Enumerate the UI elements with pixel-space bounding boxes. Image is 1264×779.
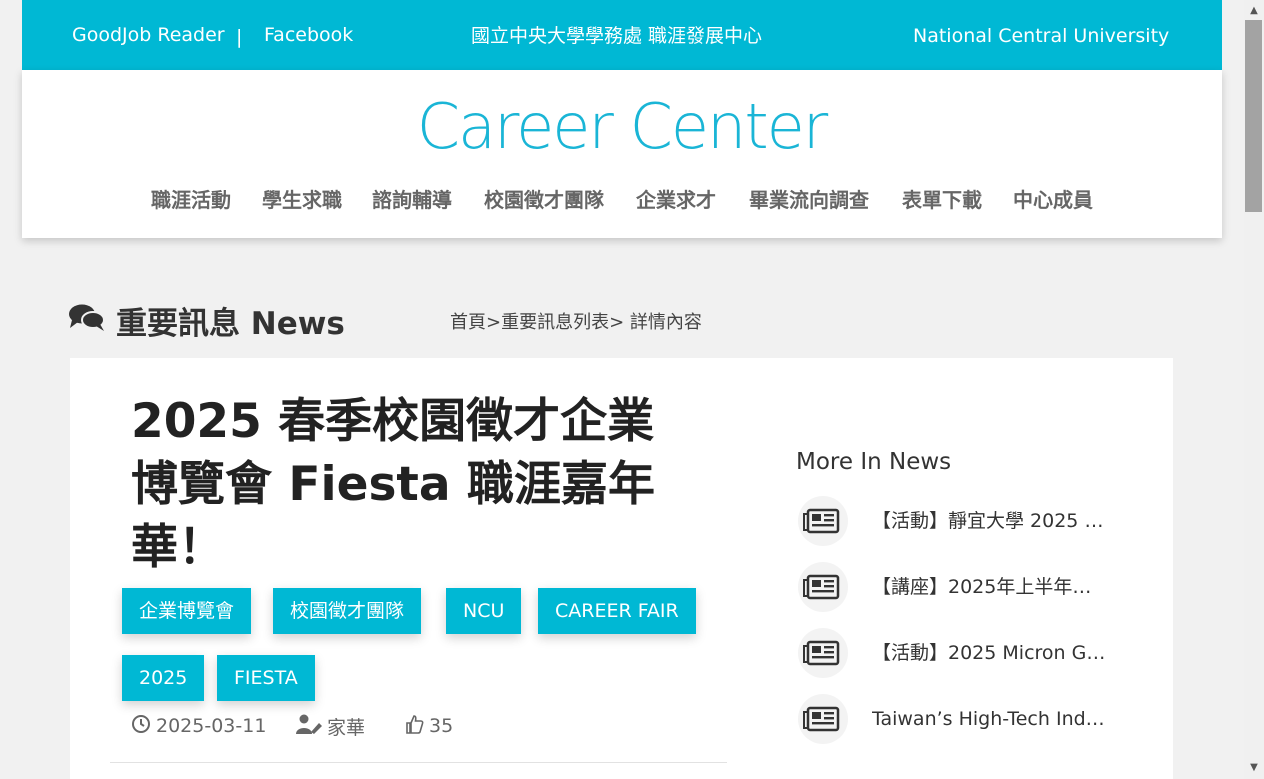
- news-page-title: 重要訊息 News: [116, 305, 345, 342]
- newspaper-icon: [798, 628, 848, 678]
- breadcrumb: 首頁>重要訊息列表> 詳情內容: [450, 308, 702, 338]
- news-section-header: 重要訊息 News: [68, 298, 345, 342]
- more-news-item-title: 【講座】2025年上半年度職涯講座: [872, 576, 1108, 598]
- post-author: 家華: [296, 714, 366, 739]
- nav-employer-recruit[interactable]: 企業求才: [622, 172, 730, 228]
- newspaper-icon: [798, 694, 848, 744]
- more-news-item[interactable]: 【活動】2025 Micron Global Career Fair: [794, 620, 1114, 686]
- meta-divider: [110, 762, 727, 763]
- career-center-link[interactable]: 國立中央大學學務處 職涯發展中心: [471, 11, 762, 61]
- career-center-logo[interactable]: Career Center: [244, 96, 999, 158]
- comments-icon: [68, 303, 106, 337]
- breadcrumb-news-list-link[interactable]: 重要訊息列表: [501, 312, 609, 333]
- newspaper-icon: [798, 562, 848, 612]
- top-bar: GoodJob Reader | Facebook 國立中央大學學務處 職涯發展…: [22, 0, 1222, 70]
- more-news-item[interactable]: 【講座】2025年上半年度職涯講座: [794, 554, 1114, 620]
- post-date: 2025-03-11: [131, 714, 266, 738]
- breadcrumb-current: > 詳情內容: [609, 312, 702, 333]
- more-news-item-title: Taiwan’s High-Tech Industry Forum: [872, 708, 1108, 730]
- user-pen-icon: [296, 714, 327, 739]
- more-news-item-title: 【活動】2025 Micron Global Career Fair: [872, 642, 1108, 664]
- scrollbar-thumb[interactable]: [1245, 20, 1262, 212]
- thumbs-up-icon: [404, 714, 429, 739]
- scroll-up-arrow-icon[interactable]: ▲: [1244, 2, 1264, 20]
- breadcrumb-home-link[interactable]: 首頁: [450, 312, 486, 333]
- facebook-link[interactable]: Facebook: [264, 10, 353, 60]
- topbar-separator: |: [236, 26, 243, 48]
- post-likes: 35: [404, 714, 453, 738]
- clock-icon: [131, 714, 156, 739]
- tag-2025[interactable]: 2025: [122, 655, 205, 701]
- goodjob-reader-link[interactable]: GoodJob Reader: [72, 10, 225, 60]
- nav-center-members[interactable]: 中心成員: [998, 172, 1108, 228]
- more-news-item[interactable]: 【活動】靜宜大學 2025 春季校園徵才: [794, 488, 1114, 554]
- university-link[interactable]: National Central University: [913, 11, 1169, 61]
- nav-student-jobs[interactable]: 學生求職: [248, 172, 356, 228]
- tag-fiesta[interactable]: FIESTA: [217, 655, 315, 701]
- post-author-value: 家華: [327, 716, 366, 739]
- more-news-item-title: 【活動】靜宜大學 2025 春季校園徵才: [872, 510, 1108, 532]
- scroll-down-arrow-icon[interactable]: ▼: [1244, 759, 1264, 777]
- nav-career-activities[interactable]: 職涯活動: [136, 172, 246, 228]
- page: GoodJob Reader | Facebook 國立中央大學學務處 職涯發展…: [22, 0, 1222, 779]
- tag-job-fair[interactable]: 企業博覽會: [122, 588, 252, 634]
- nav-campus-recruit-team[interactable]: 校園徵才團隊: [468, 172, 620, 228]
- post-date-value: 2025-03-11: [156, 715, 267, 737]
- newspaper-icon: [798, 496, 848, 546]
- tag-ncu[interactable]: NCU: [446, 588, 522, 634]
- breadcrumb-separator: >: [486, 312, 502, 333]
- post-likes-value: 35: [429, 715, 454, 737]
- more-in-news-title: More In News: [796, 449, 952, 475]
- more-news-item[interactable]: Taiwan’s High-Tech Industry Forum: [794, 686, 1114, 752]
- tag-campus-recruit-team[interactable]: 校園徵才團隊: [273, 588, 422, 634]
- site-header: Career Center 職涯活動 學生求職 諮詢輔導 校園徵才團隊 企業求才…: [22, 70, 1222, 238]
- tag-career-fair[interactable]: CAREER FAIR: [538, 588, 696, 634]
- nav-counseling[interactable]: 諮詢輔導: [358, 172, 466, 228]
- article-card: 2025 春季校園徵才企業博覽會 Fiesta 職涯嘉年華！ 企業博覽會 校園徵…: [70, 358, 1173, 779]
- article-title: 2025 春季校園徵才企業博覽會 Fiesta 職涯嘉年華！: [131, 394, 655, 575]
- nav-form-download[interactable]: 表單下載: [888, 172, 996, 228]
- nav-graduate-survey[interactable]: 畢業流向調查: [732, 172, 886, 228]
